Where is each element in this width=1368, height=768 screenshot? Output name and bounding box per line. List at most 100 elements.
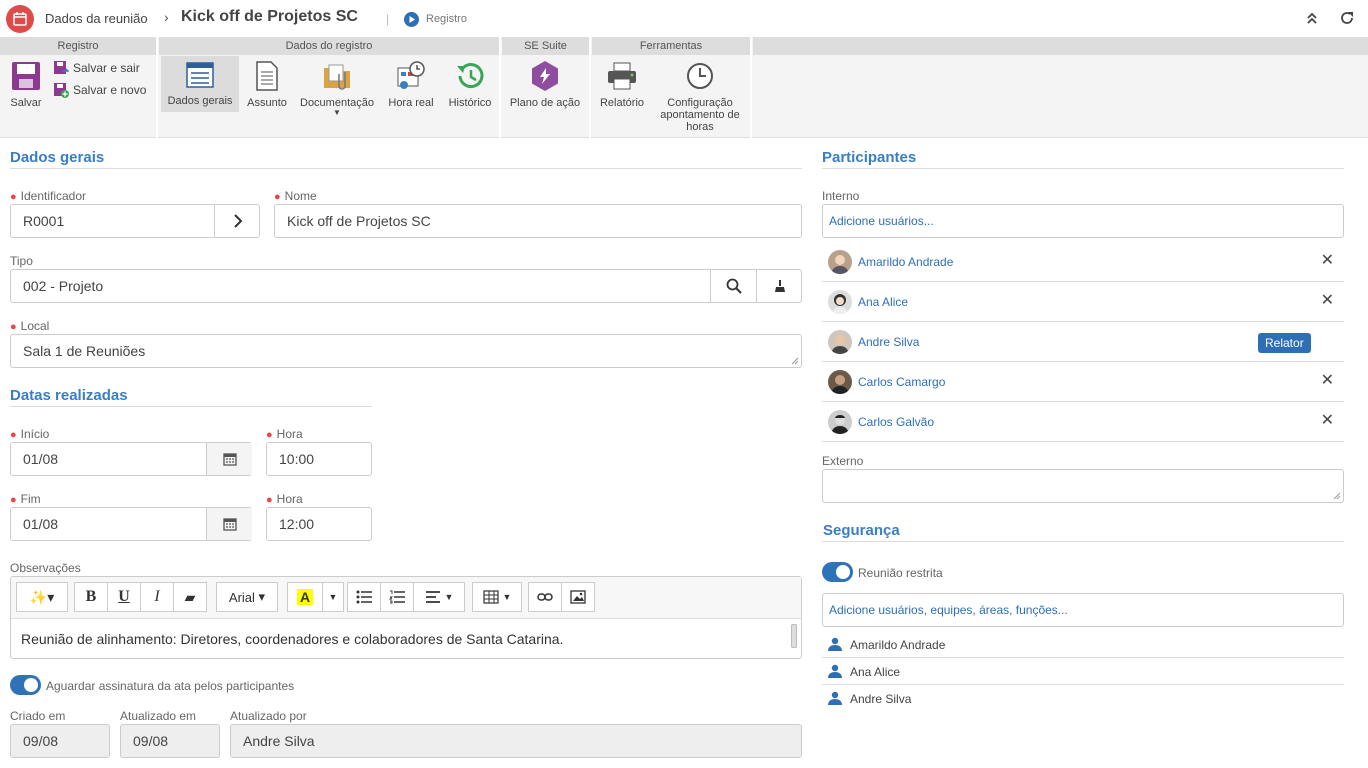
tipo-clear-button[interactable] xyxy=(756,270,802,302)
italic-button[interactable]: I xyxy=(140,582,174,612)
ribbon-configuracao-button[interactable]: Configuração apontamento de horas xyxy=(652,60,748,133)
ribbon-relatorio-button[interactable]: Relatório xyxy=(598,60,646,109)
play-icon[interactable] xyxy=(404,12,419,27)
seguranca-add-input[interactable]: Adicione usuários, equipes, áreas, funçõ… xyxy=(822,593,1344,627)
underline-button[interactable]: U xyxy=(107,582,141,612)
assinatura-toggle[interactable] xyxy=(10,675,41,695)
resize-handle-icon[interactable] xyxy=(791,357,799,365)
ribbon-dados-gerais-button[interactable]: Dados gerais xyxy=(161,56,239,112)
remove-participant-icon[interactable]: ✕ xyxy=(1321,370,1334,390)
ribbon-documentacao-button[interactable]: Documentação ▼ xyxy=(297,60,377,117)
save-new-icon xyxy=(54,83,69,98)
participant-name[interactable]: Carlos Camargo xyxy=(858,375,945,389)
fim-date-field[interactable]: 01/08 xyxy=(10,507,252,541)
registro-link[interactable]: Registro xyxy=(426,13,467,25)
identificador-next-button[interactable] xyxy=(214,205,260,237)
remove-participant-icon[interactable]: ✕ xyxy=(1321,290,1334,310)
user-icon xyxy=(828,637,842,651)
ribbon-plano-acao-button[interactable]: Plano de ação xyxy=(506,60,584,109)
section-divider xyxy=(822,168,1344,169)
local-field[interactable]: Sala 1 de Reuniões xyxy=(10,334,802,368)
ribbon-historico-button[interactable]: Histórico xyxy=(446,60,494,109)
assunto-label: Assunto xyxy=(247,97,287,109)
required-marker: ● xyxy=(10,429,17,441)
hora-fim-field[interactable]: 12:00 xyxy=(266,507,372,541)
remove-participant-icon[interactable]: ✕ xyxy=(1321,410,1334,430)
section-divider xyxy=(10,406,372,407)
search-icon xyxy=(726,278,742,294)
required-marker: ● xyxy=(274,191,281,203)
magic-wand-icon: ✨▾ xyxy=(29,588,55,605)
font-family-select[interactable]: Arial ▾ xyxy=(216,582,278,612)
required-marker: ● xyxy=(266,494,273,506)
avatar xyxy=(828,290,852,314)
save-new-button[interactable]: Salvar e novo xyxy=(53,82,146,98)
hora-real-label: Hora real xyxy=(388,97,434,109)
breadcrumb-parent[interactable]: Dados da reunião xyxy=(45,11,148,26)
participant-row: Andre Silva Relator xyxy=(822,322,1344,362)
remove-participant-icon[interactable]: ✕ xyxy=(1321,250,1334,270)
reuniao-restrita-toggle[interactable] xyxy=(822,562,853,582)
editor-scrollbar[interactable] xyxy=(791,624,797,648)
bullet-list-icon xyxy=(356,590,372,604)
calendar-icon xyxy=(222,453,237,466)
externo-label: Externo xyxy=(822,454,864,468)
ribbon-group-dados-registro: Dados do registro xyxy=(159,37,499,55)
ribbon-hora-real-button[interactable]: Hora real xyxy=(386,60,436,109)
participant-name[interactable]: Amarildo Andrade xyxy=(858,255,953,269)
interno-add-users-input[interactable]: Adicione usuários... xyxy=(822,204,1344,238)
participant-name[interactable]: Andre Silva xyxy=(858,335,919,349)
magic-style-button[interactable]: ✨▾ xyxy=(16,582,68,612)
bold-button[interactable]: B xyxy=(74,582,108,612)
resize-handle-icon[interactable] xyxy=(1333,492,1341,500)
printer-icon xyxy=(608,62,636,90)
observacoes-text[interactable]: Reunião de alinhamento: Diretores, coord… xyxy=(21,631,563,647)
section-divider xyxy=(10,168,802,169)
align-dropdown[interactable]: ▼ xyxy=(413,582,465,612)
save-exit-button[interactable]: Salvar e sair xyxy=(53,60,140,76)
inicio-date-field[interactable]: 01/08 xyxy=(10,442,252,476)
security-user-row: Amarildo Andrade xyxy=(822,631,1344,658)
observacoes-editor[interactable]: ✨▾ B U I ▰ Arial ▾ A ▼ ▼ ▼ Reunião de al… xyxy=(10,576,802,659)
editor-toolbar: ✨▾ B U I ▰ Arial ▾ A ▼ ▼ ▼ xyxy=(11,577,801,619)
inicio-calendar-button[interactable] xyxy=(206,443,252,475)
insert-image-button[interactable] xyxy=(561,582,595,612)
nome-field[interactable]: Kick off de Projetos SC xyxy=(274,204,802,238)
observacoes-label: Observações xyxy=(10,561,81,575)
bullet-list-button[interactable] xyxy=(347,582,381,612)
fim-calendar-button[interactable] xyxy=(206,508,252,540)
clear-format-button[interactable]: ▰ xyxy=(173,582,207,612)
atualizado-value: 09/08 xyxy=(133,733,169,749)
breadcrumb-separator: › xyxy=(164,9,169,25)
identificador-field[interactable]: R0001 xyxy=(10,204,260,238)
save-exit-label: Salvar e sair xyxy=(73,61,140,75)
save-button[interactable]: Salvar xyxy=(6,60,46,109)
numbered-list-icon xyxy=(389,590,405,604)
schedule-icon xyxy=(397,61,425,89)
save-new-label: Salvar e novo xyxy=(73,83,147,97)
table-insert-dropdown[interactable]: ▼ xyxy=(472,582,522,612)
criado-value: 09/08 xyxy=(23,733,59,749)
highlight-color-dropdown[interactable]: ▼ xyxy=(322,582,344,612)
criado-field: 09/08 xyxy=(10,724,110,758)
participant-row: Carlos Galvão ✕ xyxy=(822,402,1344,442)
atualizado-por-value: Andre Silva xyxy=(243,733,315,749)
refresh-icon[interactable] xyxy=(1339,10,1355,26)
plano-acao-label: Plano de ação xyxy=(509,97,581,109)
participant-name[interactable]: Carlos Galvão xyxy=(858,415,934,429)
numbered-list-button[interactable] xyxy=(380,582,414,612)
required-marker: ● xyxy=(10,321,17,333)
ribbon-assunto-button[interactable]: Assunto xyxy=(245,60,289,109)
participant-name[interactable]: Ana Alice xyxy=(858,295,908,309)
nome-label: ● Nome xyxy=(274,189,317,203)
hora-inicio-field[interactable]: 10:00 xyxy=(266,442,372,476)
externo-field[interactable] xyxy=(822,469,1344,503)
collapse-up-icon[interactable] xyxy=(1305,11,1319,25)
tipo-search-button[interactable] xyxy=(710,270,756,302)
section-title-seguranca: Segurança xyxy=(823,522,900,539)
highlight-color-button[interactable]: A xyxy=(287,582,323,612)
ribbon-separator xyxy=(499,37,501,138)
insert-link-button[interactable] xyxy=(528,582,562,612)
atualizado-por-label: Atualizado por xyxy=(230,709,307,723)
tipo-field[interactable]: 002 - Projeto xyxy=(10,269,802,303)
